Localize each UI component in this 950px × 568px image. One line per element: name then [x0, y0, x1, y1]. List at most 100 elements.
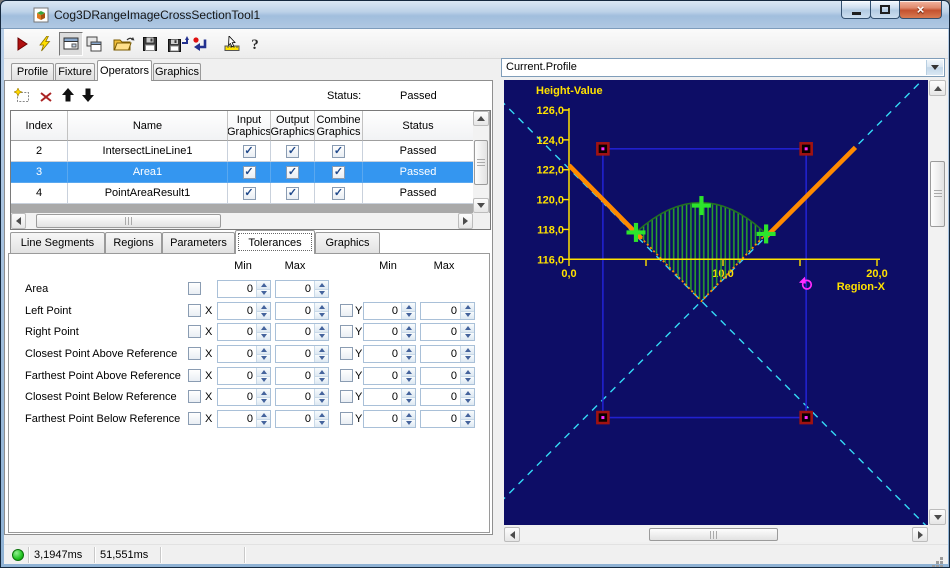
y-enable-checkbox[interactable] [340, 347, 353, 360]
run-icon[interactable] [14, 36, 30, 52]
scroll-thumb[interactable] [930, 161, 945, 227]
min-spinner[interactable]: 0 [217, 345, 271, 363]
spin-down-button[interactable] [315, 311, 328, 319]
spin-up-button[interactable] [315, 389, 328, 398]
spin-up-button[interactable] [461, 303, 474, 312]
spin-down-button[interactable] [315, 289, 328, 297]
profile-chart[interactable]: 126,0124,0122,0120,0118,0116,00,010,020,… [504, 80, 928, 525]
spin-down-button[interactable] [402, 376, 415, 384]
grid-vertical-scrollbar[interactable] [473, 111, 489, 213]
spinner-value[interactable]: 0 [305, 391, 311, 403]
spin-down-button[interactable] [461, 376, 474, 384]
max-spinner[interactable]: 0 [275, 323, 329, 341]
subtab-line-segments[interactable]: Line Segments [10, 232, 105, 253]
spin-up-button[interactable] [461, 368, 474, 377]
scroll-right-button[interactable] [912, 527, 928, 542]
spinner-value[interactable]: 0 [247, 326, 253, 338]
max-spinner[interactable]: 0 [275, 345, 329, 363]
column-header[interactable]: Index [11, 111, 68, 141]
max-spinner[interactable]: 0 [420, 302, 475, 320]
column-header[interactable]: Status [363, 111, 474, 141]
scroll-thumb[interactable] [649, 528, 778, 541]
max-spinner[interactable]: 0 [420, 323, 475, 341]
min-spinner[interactable]: 0 [217, 410, 271, 428]
save-file-as-icon[interactable] [167, 36, 189, 52]
move-up-icon[interactable] [60, 87, 76, 103]
spinner-value[interactable]: 0 [451, 305, 457, 317]
max-spinner[interactable]: 0 [420, 410, 475, 428]
spin-up-button[interactable] [461, 411, 474, 420]
grid-horizontal-scrollbar[interactable] [11, 213, 473, 229]
spin-up-button[interactable] [402, 411, 415, 420]
spin-up-button[interactable] [315, 368, 328, 377]
max-spinner[interactable]: 0 [420, 388, 475, 406]
subtab-tolerances[interactable]: Tolerances [235, 230, 315, 254]
spin-down-button[interactable] [461, 397, 474, 405]
scroll-down-button[interactable] [473, 198, 489, 213]
spinner-value[interactable]: 0 [305, 370, 311, 382]
spin-up-button[interactable] [257, 281, 270, 290]
column-header[interactable]: Input Graphics [228, 111, 271, 141]
spinner-value[interactable]: 0 [392, 326, 398, 338]
max-spinner[interactable]: 0 [275, 410, 329, 428]
spinner-value[interactable]: 0 [247, 391, 253, 403]
x-enable-checkbox[interactable] [188, 325, 201, 338]
subtab-parameters[interactable]: Parameters [162, 232, 235, 253]
max-spinner[interactable]: 0 [275, 280, 329, 298]
lightning-icon[interactable] [37, 36, 53, 52]
close-button[interactable]: × [899, 1, 942, 19]
x-enable-checkbox[interactable] [188, 304, 201, 317]
open-file-icon[interactable] [113, 36, 135, 52]
combine-graphics-checkbox[interactable]: ✓ [332, 144, 345, 158]
input-graphics-checkbox[interactable]: ✓ [242, 186, 256, 200]
spin-down-button[interactable] [461, 332, 474, 340]
x-enable-checkbox[interactable] [188, 369, 201, 382]
enable-checkbox[interactable] [188, 282, 201, 295]
min-spinner[interactable]: 0 [363, 388, 416, 406]
spin-down-button[interactable] [257, 332, 270, 340]
spin-up-button[interactable] [461, 324, 474, 333]
spin-down-button[interactable] [402, 419, 415, 427]
min-spinner[interactable]: 0 [363, 410, 416, 428]
show-result-window-button[interactable] [59, 32, 83, 56]
spin-down-button[interactable] [402, 354, 415, 362]
scroll-left-button[interactable] [11, 213, 26, 229]
min-spinner[interactable]: 0 [363, 367, 416, 385]
table-row[interactable]: 4 PointAreaResult1 ✓ ✓ ✓ Passed [11, 183, 474, 204]
delete-operator-icon[interactable] [38, 89, 54, 105]
y-enable-checkbox[interactable] [340, 412, 353, 425]
max-spinner[interactable]: 0 [275, 367, 329, 385]
spin-up-button[interactable] [461, 346, 474, 355]
spin-up-button[interactable] [315, 324, 328, 333]
spinner-value[interactable]: 0 [247, 348, 253, 360]
scroll-up-button[interactable] [473, 111, 489, 126]
min-spinner[interactable]: 0 [217, 388, 271, 406]
spinner-value[interactable]: 0 [247, 370, 253, 382]
help-icon[interactable]: ? [247, 36, 263, 52]
spinner-value[interactable]: 0 [451, 391, 457, 403]
tab-operators[interactable]: Operators [97, 60, 152, 81]
spin-up-button[interactable] [257, 346, 270, 355]
min-spinner[interactable]: 0 [363, 302, 416, 320]
scroll-down-button[interactable] [929, 509, 946, 525]
scroll-right-button[interactable] [458, 213, 473, 229]
spin-up-button[interactable] [315, 281, 328, 290]
chart-vertical-scrollbar[interactable] [929, 80, 946, 525]
spin-down-button[interactable] [257, 354, 270, 362]
spin-up-button[interactable] [402, 324, 415, 333]
spinner-value[interactable]: 0 [392, 413, 398, 425]
scroll-up-button[interactable] [929, 80, 946, 96]
x-enable-checkbox[interactable] [188, 347, 201, 360]
scroll-left-button[interactable] [504, 527, 520, 542]
spinner-value[interactable]: 0 [305, 283, 311, 295]
spin-up-button[interactable] [461, 389, 474, 398]
x-enable-checkbox[interactable] [188, 390, 201, 403]
save-file-icon[interactable] [142, 36, 158, 52]
y-enable-checkbox[interactable] [340, 369, 353, 382]
spin-up-button[interactable] [257, 368, 270, 377]
dropdown-button[interactable] [926, 60, 943, 75]
max-spinner[interactable]: 0 [420, 367, 475, 385]
spin-down-button[interactable] [257, 376, 270, 384]
minimize-button[interactable] [841, 1, 871, 19]
subtab-graphics[interactable]: Graphics [315, 232, 380, 253]
